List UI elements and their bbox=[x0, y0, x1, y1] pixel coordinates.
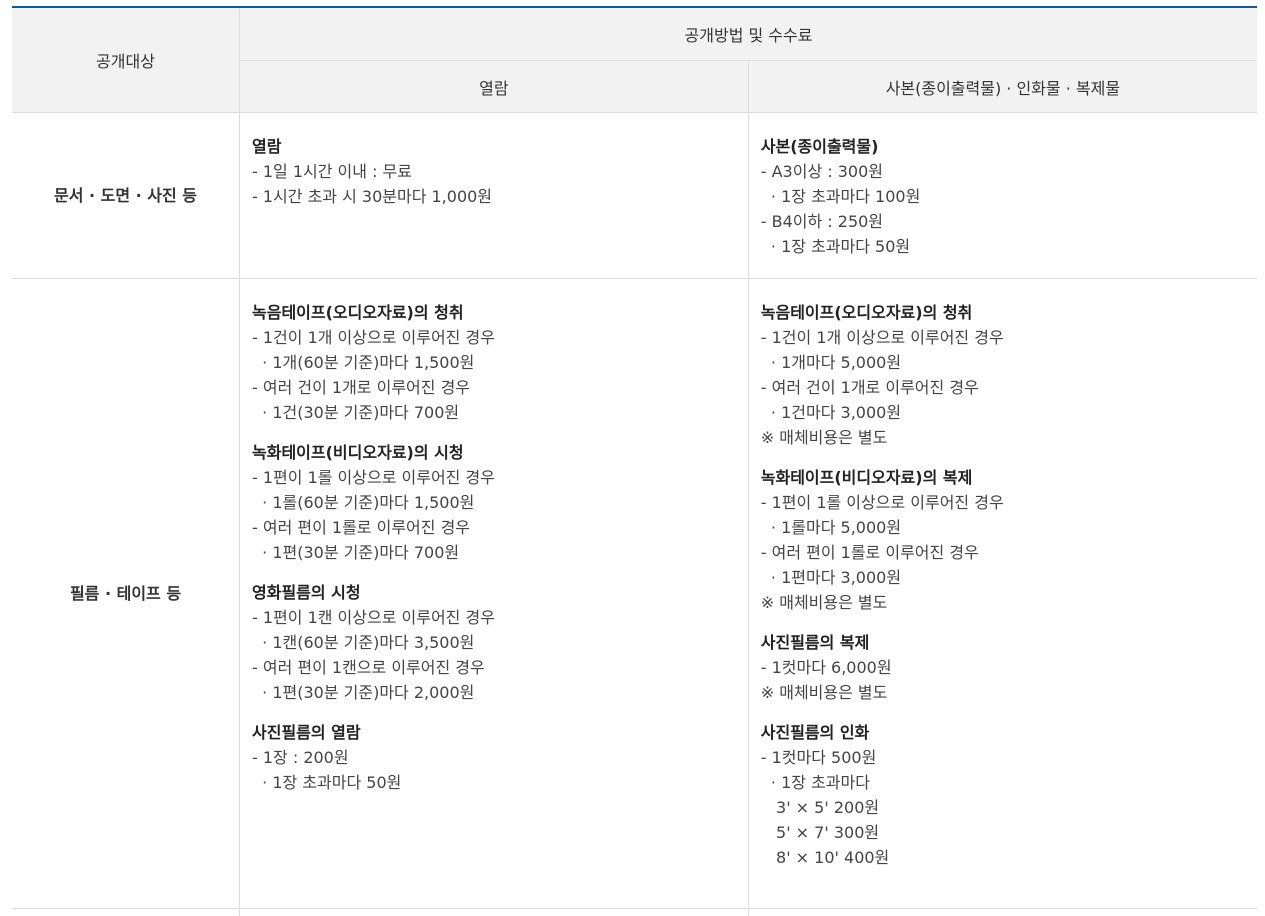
fee-group: 열람 - 1일 1시간 이내 : 무료 - 1시간 초과 시 30분마다 1,0… bbox=[252, 134, 736, 209]
fee-line: - 여러 건이 1개로 이루어진 경우 bbox=[252, 375, 736, 400]
copy-cell: 사본(종이출력물) - A3이상 : 300원 · 1장 초과마다 100원 -… bbox=[748, 113, 1257, 279]
copy-cell: 녹음테이프(오디오자료)의 청취 - 1건이 1개 이상으로 이루어진 경우 ·… bbox=[748, 279, 1257, 909]
table-row: 문서 · 도면 · 사진 등 열람 - 1일 1시간 이내 : 무료 - 1시간… bbox=[12, 113, 1257, 279]
fee-line: - B4이하 : 250원 bbox=[761, 209, 1245, 234]
fee-group-title: 열람 bbox=[252, 134, 736, 159]
fee-line: - 여러 건이 1개로 이루어진 경우 bbox=[761, 375, 1245, 400]
fee-line: · 1개마다 5,000원 bbox=[761, 350, 1245, 375]
fee-line: · 1장 초과마다 50원 bbox=[252, 770, 736, 795]
fee-line: · 1편(30분 기준)마다 700원 bbox=[252, 540, 736, 565]
fee-group: 사진필름의 열람 - 1장 : 200원 · 1장 초과마다 50원 bbox=[252, 720, 736, 795]
fee-note: ※ 매체비용은 별도 bbox=[761, 680, 1245, 705]
fee-group-title: 녹화테이프(비디오자료)의 복제 bbox=[761, 465, 1245, 490]
view-cell: 녹음테이프(오디오자료)의 청취 - 1건이 1개 이상으로 이루어진 경우 ·… bbox=[240, 279, 749, 909]
fee-line: - 여러 편이 1롤로 이루어진 경우 bbox=[761, 540, 1245, 565]
fee-line: - 1컷마다 500원 bbox=[761, 745, 1245, 770]
fee-group-title: 녹화테이프(비디오자료)의 시청 bbox=[252, 440, 736, 465]
empty-cell bbox=[240, 909, 749, 916]
fee-line: · 1장 초과마다 100원 bbox=[761, 184, 1245, 209]
fee-line: - 여러 편이 1캔으로 이루어진 경우 bbox=[252, 655, 736, 680]
fee-table-container: 공개대상 공개방법 및 수수료 열람 사본(종이출력물) · 인화물 · 복제물… bbox=[12, 6, 1257, 916]
fee-line: · 1건(30분 기준)마다 700원 bbox=[252, 400, 736, 425]
fee-line: 8' × 10' 400원 bbox=[761, 845, 1245, 870]
fee-line: - 1건이 1개 이상으로 이루어진 경우 bbox=[252, 325, 736, 350]
fee-group: 사진필름의 인화 - 1컷마다 500원 · 1장 초과마다 3' × 5' 2… bbox=[761, 720, 1245, 870]
fee-line: · 1건마다 3,000원 bbox=[761, 400, 1245, 425]
fee-line: · 1캔(60분 기준)마다 3,500원 bbox=[252, 630, 736, 655]
fee-line: · 1장 초과마다 50원 bbox=[761, 234, 1245, 259]
fee-line: - 1시간 초과 시 30분마다 1,000원 bbox=[252, 184, 736, 209]
fee-group-title: 녹음테이프(오디오자료)의 청취 bbox=[761, 300, 1245, 325]
fee-group: 녹음테이프(오디오자료)의 청취 - 1건이 1개 이상으로 이루어진 경우 ·… bbox=[761, 300, 1245, 450]
fee-line: · 1편(30분 기준)마다 2,000원 bbox=[252, 680, 736, 705]
fee-line: · 1롤마다 5,000원 bbox=[761, 515, 1245, 540]
fee-line: · 1롤(60분 기준)마다 1,500원 bbox=[252, 490, 736, 515]
fee-line: 5' × 7' 300원 bbox=[761, 820, 1245, 845]
fee-group-title: 사본(종이출력물) bbox=[761, 134, 1245, 159]
fee-group-title: 영화필름의 시청 bbox=[252, 580, 736, 605]
fee-line: - 1편이 1캔 이상으로 이루어진 경우 bbox=[252, 605, 736, 630]
fee-group: 영화필름의 시청 - 1편이 1캔 이상으로 이루어진 경우 · 1캔(60분 … bbox=[252, 580, 736, 705]
fee-group-title: 사진필름의 인화 bbox=[761, 720, 1245, 745]
disclosure-fee-table: 공개대상 공개방법 및 수수료 열람 사본(종이출력물) · 인화물 · 복제물… bbox=[12, 6, 1257, 916]
empty-cell bbox=[748, 909, 1257, 916]
row-label: 문서 · 도면 · 사진 등 bbox=[12, 113, 240, 279]
fee-note: ※ 매체비용은 별도 bbox=[761, 425, 1245, 450]
header-view: 열람 bbox=[240, 61, 749, 113]
header-method: 공개방법 및 수수료 bbox=[240, 7, 1258, 61]
fee-group-title: 사진필름의 복제 bbox=[761, 630, 1245, 655]
fee-line: - 1건이 1개 이상으로 이루어진 경우 bbox=[761, 325, 1245, 350]
fee-line: · 1장 초과마다 bbox=[761, 770, 1245, 795]
fee-group: 녹음테이프(오디오자료)의 청취 - 1건이 1개 이상으로 이루어진 경우 ·… bbox=[252, 300, 736, 425]
table-row: 필름 · 테이프 등 녹음테이프(오디오자료)의 청취 - 1건이 1개 이상으… bbox=[12, 279, 1257, 909]
fee-group: 사본(종이출력물) - A3이상 : 300원 · 1장 초과마다 100원 -… bbox=[761, 134, 1245, 259]
header-target: 공개대상 bbox=[12, 7, 240, 113]
fee-group: 녹화테이프(비디오자료)의 복제 - 1편이 1롤 이상으로 이루어진 경우 ·… bbox=[761, 465, 1245, 615]
row-label: 필름 · 테이프 등 bbox=[12, 279, 240, 909]
fee-line: - 1일 1시간 이내 : 무료 bbox=[252, 159, 736, 184]
fee-line: - 여러 편이 1롤로 이루어진 경우 bbox=[252, 515, 736, 540]
fee-note: ※ 매체비용은 별도 bbox=[761, 590, 1245, 615]
view-cell: 열람 - 1일 1시간 이내 : 무료 - 1시간 초과 시 30분마다 1,0… bbox=[240, 113, 749, 279]
fee-line: · 1개(60분 기준)마다 1,500원 bbox=[252, 350, 736, 375]
empty-cell bbox=[12, 909, 240, 916]
fee-line: · 1편마다 3,000원 bbox=[761, 565, 1245, 590]
fee-line: - 1컷마다 6,000원 bbox=[761, 655, 1245, 680]
fee-line: - 1장 : 200원 bbox=[252, 745, 736, 770]
fee-line: - 1편이 1롤 이상으로 이루어진 경우 bbox=[252, 465, 736, 490]
fee-group-title: 사진필름의 열람 bbox=[252, 720, 736, 745]
fee-group: 사진필름의 복제 - 1컷마다 6,000원 ※ 매체비용은 별도 bbox=[761, 630, 1245, 705]
fee-group: 녹화테이프(비디오자료)의 시청 - 1편이 1롤 이상으로 이루어진 경우 ·… bbox=[252, 440, 736, 565]
fee-line: - A3이상 : 300원 bbox=[761, 159, 1245, 184]
fee-line: 3' × 5' 200원 bbox=[761, 795, 1245, 820]
fee-group-title: 녹음테이프(오디오자료)의 청취 bbox=[252, 300, 736, 325]
fee-line: - 1편이 1롤 이상으로 이루어진 경우 bbox=[761, 490, 1245, 515]
header-copy: 사본(종이출력물) · 인화물 · 복제물 bbox=[748, 61, 1257, 113]
table-row-partial bbox=[12, 909, 1257, 916]
